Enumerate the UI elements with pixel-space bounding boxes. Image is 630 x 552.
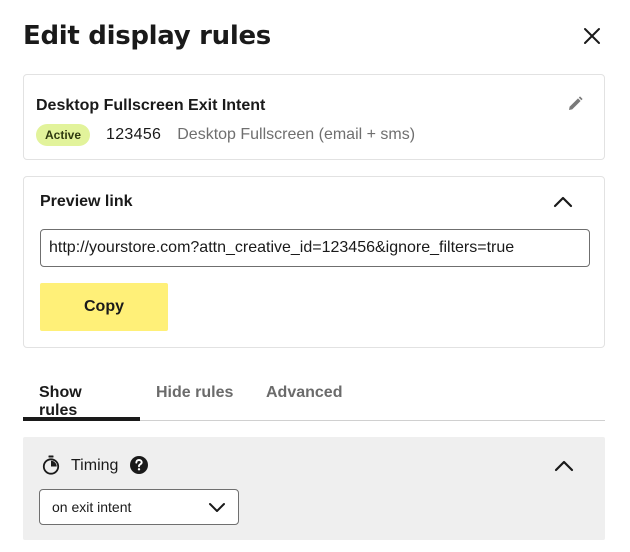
creative-name: Desktop Fullscreen Exit Intent [36, 97, 266, 114]
timing-help-button[interactable] [129, 455, 149, 475]
creative-type: Desktop Fullscreen (email + sms) [177, 126, 416, 143]
timing-select-value: on exit intent [52, 499, 132, 515]
preview-link-card: Preview link Copy [23, 176, 605, 348]
timing-label: Timing [71, 457, 119, 474]
close-button[interactable] [580, 24, 604, 48]
preview-link-label: Preview link [40, 193, 133, 210]
help-icon [130, 456, 148, 474]
edit-creative-button[interactable] [566, 95, 584, 113]
close-icon [584, 28, 600, 44]
tab-show-rules[interactable]: Show rules [23, 370, 140, 421]
panel-header: Edit display rules [23, 18, 610, 58]
pencil-icon [569, 96, 583, 110]
timer-icon [42, 455, 60, 475]
chevron-down-icon [209, 503, 225, 512]
rules-tabs: Show rules Hide rules Advanced [23, 370, 605, 421]
collapse-preview-button[interactable] [552, 193, 574, 211]
tab-advanced[interactable]: Advanced [250, 370, 358, 420]
copy-button[interactable]: Copy [40, 283, 168, 331]
timing-section: Timing on exit intent [23, 437, 605, 540]
edit-display-rules-panel: Edit display rules Desktop Fullscreen Ex… [0, 0, 630, 552]
collapse-timing-button[interactable] [553, 457, 575, 475]
creative-id: 123456 [106, 126, 162, 143]
status-badge: Active [36, 124, 91, 146]
tab-hide-rules[interactable]: Hide rules [140, 370, 249, 420]
preview-link-input[interactable] [40, 229, 590, 267]
chevron-up-icon [554, 460, 574, 472]
chevron-up-icon [553, 196, 573, 208]
page-title: Edit display rules [23, 21, 271, 51]
creative-card: Desktop Fullscreen Exit Intent Active 12… [23, 74, 605, 160]
creative-meta: Active 123456 Desktop Fullscreen (email … [36, 123, 415, 147]
timing-select[interactable]: on exit intent [39, 489, 239, 525]
